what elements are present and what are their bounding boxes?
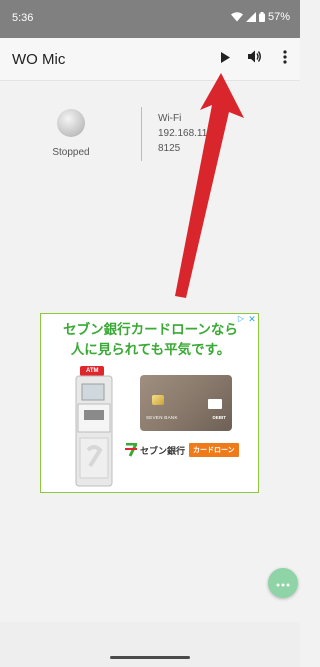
more-horiz-icon — [276, 574, 290, 592]
transport-label: Wi-Fi — [158, 113, 182, 124]
ad-banner[interactable]: ▷ ✕ セブン銀行カードローンなら 人に見られても平気です。 ATM SEVEN… — [40, 313, 259, 493]
seven-bank-logo: セブン銀行 カードローン — [125, 443, 239, 457]
home-gesture-handle[interactable] — [110, 656, 190, 659]
bank-tag: カードローン — [189, 443, 239, 457]
floating-action-button[interactable] — [268, 568, 298, 598]
card-debit-text: DEBIT — [212, 415, 227, 420]
volume-button[interactable] — [240, 38, 270, 80]
app-bar: WO Mic — [0, 38, 300, 81]
status-icons: 57% — [230, 11, 290, 23]
start-button[interactable] — [210, 38, 240, 80]
atm-image: ATM — [74, 366, 114, 493]
wifi-icon — [230, 12, 243, 22]
port-number: 8125 — [158, 143, 181, 154]
ad-headline: セブン銀行カードローンなら 人に見られても平気です。 — [45, 320, 256, 360]
app-actions — [210, 38, 300, 80]
ad-headline-line1: セブン銀行カードローンなら — [63, 322, 238, 337]
connection-info: Wi-Fi 192.168.11.5 8125 — [158, 111, 216, 156]
status-label: Stopped — [52, 147, 90, 158]
ad-headline-line2: 人に見られても平気です。 — [70, 342, 231, 357]
app-title: WO Mic — [12, 51, 66, 68]
main-content: Stopped Wi-Fi 192.168.11.5 8125 ▷ ✕ セブン銀… — [0, 81, 300, 621]
more-vert-icon — [283, 49, 287, 69]
navigation-bar — [0, 622, 300, 667]
card-bank-text: SEVEN BANK — [146, 415, 178, 420]
status-bar: 5:36 57% — [0, 0, 300, 38]
status-indicator-icon — [57, 109, 85, 137]
chip-icon — [152, 395, 164, 405]
debit-card-image: SEVEN BANK DEBIT — [140, 375, 232, 431]
volume-icon — [248, 50, 262, 68]
signal-icon — [245, 12, 256, 22]
ip-address: 192.168.11.5 — [158, 128, 216, 139]
divider — [141, 107, 142, 161]
battery-percent: 57% — [267, 11, 290, 23]
jcb-logo-icon — [208, 399, 222, 409]
play-icon — [220, 50, 230, 68]
battery-icon — [258, 12, 265, 22]
bank-name: セブン銀行 — [140, 445, 186, 456]
status-time: 5:36 — [12, 12, 34, 24]
overflow-menu-button[interactable] — [270, 38, 300, 80]
atm-label: ATM — [86, 368, 99, 374]
